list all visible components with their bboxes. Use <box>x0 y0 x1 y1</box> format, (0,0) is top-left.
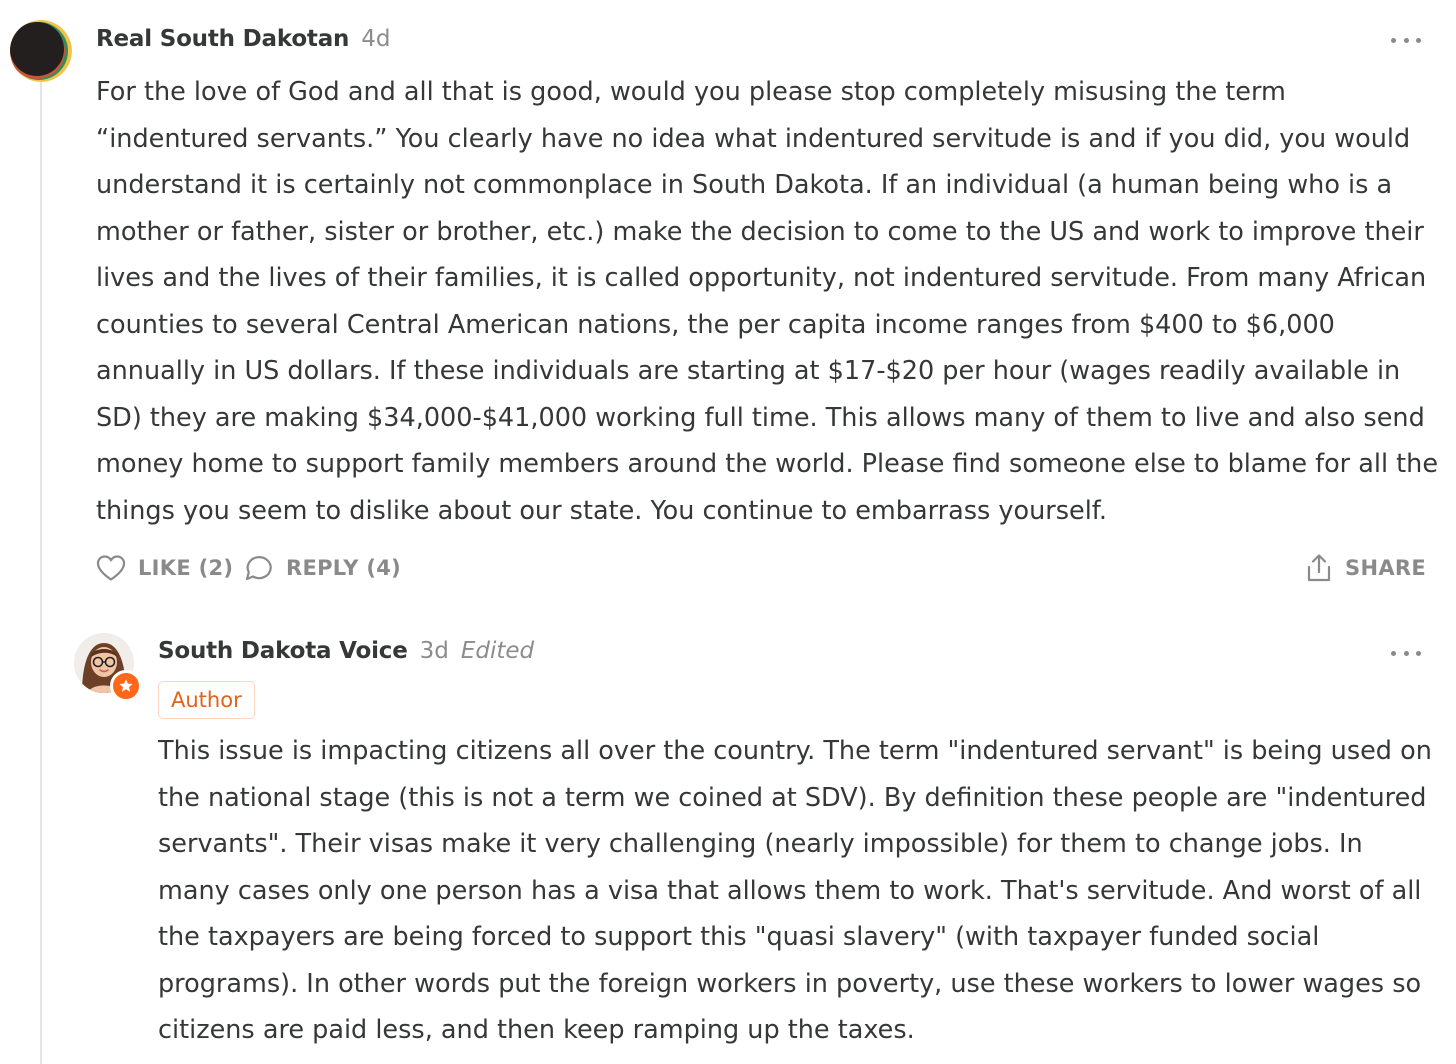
share-button[interactable]: SHARE <box>1305 548 1426 588</box>
reply-avatar[interactable] <box>74 633 144 703</box>
reply-body: This issue is impacting citizens all ove… <box>158 736 1432 1045</box>
share-label: SHARE <box>1345 556 1426 580</box>
like-label: LIKE (2) <box>138 556 234 580</box>
reply-timestamp[interactable]: 3d <box>420 638 449 664</box>
share-icon <box>1307 554 1331 582</box>
heart-icon <box>96 555 126 581</box>
edited-label: Edited <box>460 638 535 664</box>
avatar[interactable] <box>10 20 72 82</box>
reply-label: REPLY (4) <box>286 556 402 580</box>
comment-author-name[interactable]: Real South Dakotan <box>96 26 349 52</box>
like-button[interactable]: LIKE (2) <box>96 548 233 588</box>
comment-meta: Real South Dakotan 4d <box>96 26 390 52</box>
more-dot <box>1416 650 1421 656</box>
more-dot <box>1403 37 1409 43</box>
reply-button[interactable]: REPLY (4) <box>244 548 401 588</box>
reply-author-name[interactable]: South Dakota Voice <box>158 638 408 664</box>
comment-timestamp[interactable]: 4d <box>361 26 390 52</box>
comment-actions: LIKE (2) REPLY (4) SHARE <box>96 548 1426 588</box>
more-dot <box>1403 650 1409 656</box>
reply-meta: South Dakota Voice 3d Edited <box>158 638 534 664</box>
more-dot <box>1416 37 1421 43</box>
more-dot <box>1391 650 1396 656</box>
author-badge: Author <box>158 681 255 719</box>
star-icon <box>110 670 142 702</box>
more-options-icon[interactable] <box>1391 643 1421 663</box>
thread-line <box>40 82 42 1064</box>
more-dot <box>1391 37 1396 43</box>
speech-bubble-icon <box>245 556 272 581</box>
more-options-icon[interactable] <box>1391 30 1421 50</box>
comment-body: For the love of God and all that is good… <box>96 77 1439 526</box>
